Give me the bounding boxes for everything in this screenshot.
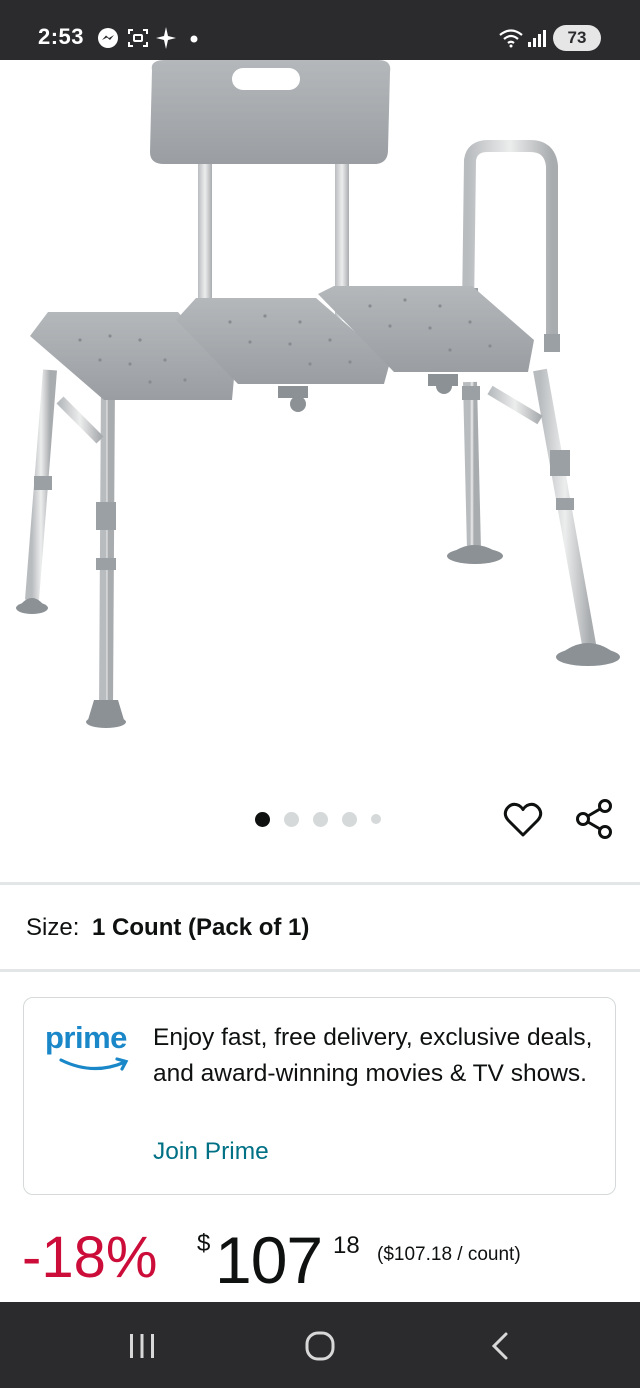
share-icon bbox=[574, 799, 616, 844]
carousel-dot-2[interactable] bbox=[284, 811, 299, 827]
join-prime-link[interactable]: Join Prime bbox=[153, 1138, 269, 1166]
unit-price: ($107.18 / count) bbox=[377, 1244, 521, 1265]
system-navigation-bar bbox=[0, 1302, 640, 1388]
prime-promo-card: prime Enjoy fast, free delivery, exclusi… bbox=[23, 997, 616, 1195]
size-label: Size: bbox=[26, 914, 80, 941]
sparkle-icon bbox=[155, 26, 177, 50]
screenshot-icon bbox=[126, 26, 150, 50]
size-value: 1 Count (Pack of 1) bbox=[92, 914, 310, 941]
price-whole: 107 bbox=[215, 1223, 323, 1297]
home-button[interactable] bbox=[300, 1326, 340, 1366]
add-to-list-button[interactable] bbox=[502, 800, 544, 840]
carousel-dot-5[interactable] bbox=[371, 814, 381, 824]
section-divider bbox=[0, 882, 640, 885]
signal-icon bbox=[527, 28, 547, 48]
status-bar: 2:53 73 bbox=[0, 0, 640, 60]
prime-logo-text: prime bbox=[45, 1020, 127, 1055]
prime-logo: prime bbox=[45, 1020, 141, 1080]
prime-message: Enjoy fast, free delivery, exclusive dea… bbox=[153, 1024, 593, 1087]
carousel-dot-1[interactable] bbox=[255, 811, 270, 827]
section-divider bbox=[0, 969, 640, 972]
size-selector[interactable]: Size: 1 Count (Pack of 1) bbox=[26, 914, 309, 942]
status-time: 2:53 bbox=[38, 24, 85, 49]
price-fraction: 18 bbox=[333, 1232, 360, 1259]
share-button[interactable] bbox=[574, 798, 616, 840]
image-carousel-indicator bbox=[255, 811, 381, 827]
product-image[interactable] bbox=[0, 60, 640, 780]
back-button[interactable] bbox=[480, 1326, 520, 1366]
carousel-dot-4[interactable] bbox=[342, 811, 357, 827]
heart-icon bbox=[502, 802, 544, 844]
recent-apps-button[interactable] bbox=[122, 1326, 162, 1366]
discount-percentage: -18% bbox=[22, 1225, 158, 1290]
messenger-icon bbox=[96, 26, 120, 50]
price-currency: $ bbox=[197, 1230, 211, 1257]
carousel-dot-3[interactable] bbox=[313, 811, 328, 827]
prime-smile-icon bbox=[59, 1056, 133, 1081]
wifi-icon bbox=[498, 26, 524, 50]
dot-icon bbox=[190, 35, 198, 43]
battery-indicator: 73 bbox=[553, 25, 601, 51]
